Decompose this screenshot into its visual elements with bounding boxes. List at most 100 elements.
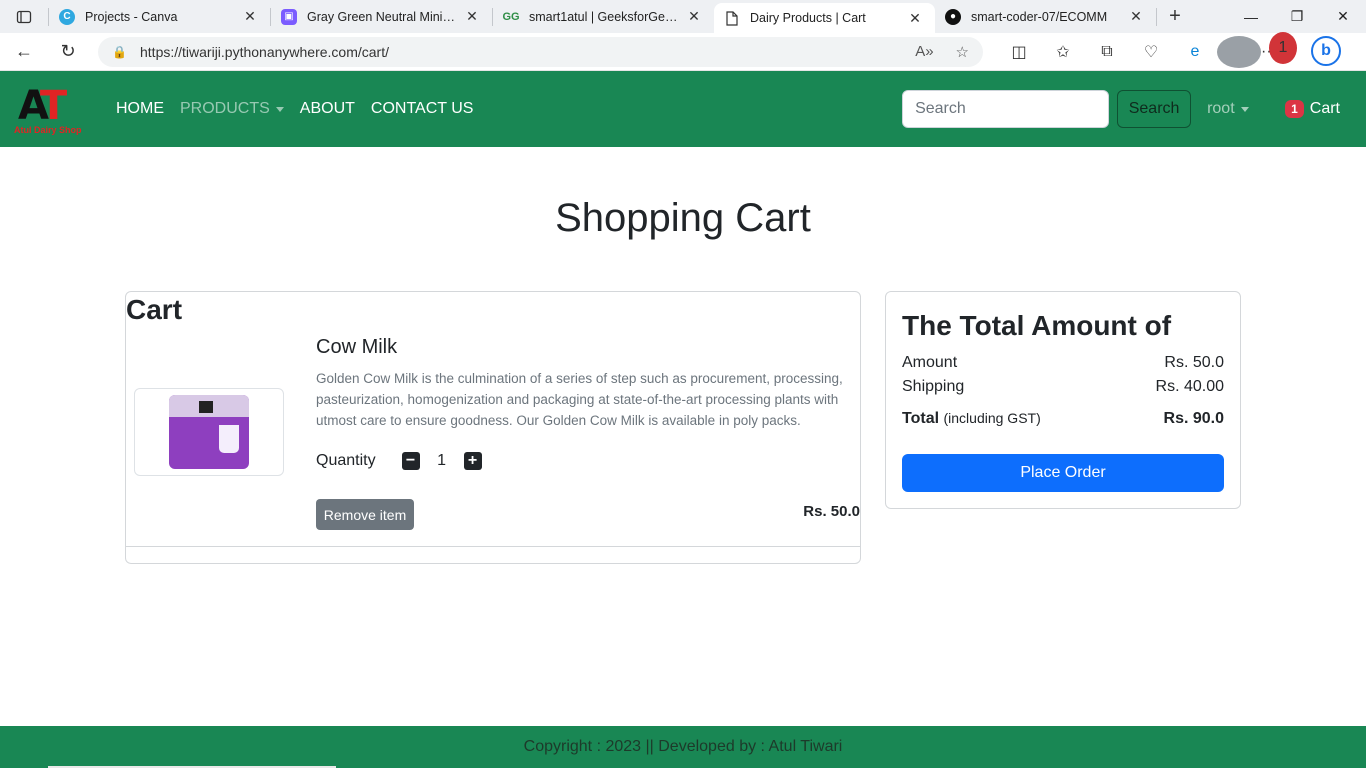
item-price: Rs. 50.0 [803,503,860,520]
browser-address-bar: ← ↻ 🔒 https://tiwariji.pythonanywhere.co… [0,31,1366,71]
cart-count-badge: 1 [1285,100,1304,118]
shipping-label: Shipping [902,378,965,395]
nav-about[interactable]: ABOUT [300,100,355,118]
milk-glass-icon [219,425,239,453]
close-icon[interactable]: ✕ [462,7,482,27]
summary-total-row: Total (including GST) Rs. 90.0 [902,410,1224,428]
cart-link[interactable]: 1 Cart [1285,100,1340,118]
collections-icon[interactable]: ⧉ [1085,36,1129,68]
browser-tab-geeksforgeeks[interactable]: GG smart1atul | GeeksforGeeks P ✕ [493,0,714,33]
new-tab-icon[interactable]: + [1157,0,1193,33]
page-icon [724,10,740,26]
total-note: (including GST) [943,410,1041,426]
back-arrow-icon[interactable]: ← [4,36,44,68]
minimize-icon[interactable]: — [1228,0,1274,33]
design-icon: ▣ [281,8,297,25]
tab-title: Projects - Canva [85,9,178,24]
total-label-group: Total (including GST) [902,410,1041,428]
pack-logo [199,401,213,413]
bing-copilot-icon[interactable]: b [1311,35,1341,66]
notification-badge: 1 [1268,31,1297,64]
cart-divider [126,546,860,547]
site-logo[interactable]: AT Atul Dairy Shop [14,83,94,135]
site-footer: Copyright : 2023 || Developed by : Atul … [0,726,1366,768]
more-options-icon[interactable]: ···1 [1261,31,1305,68]
navbar-right: Search root 1 Cart [902,90,1352,128]
close-icon[interactable]: ✕ [1126,7,1146,27]
milk-pack-image [169,395,249,469]
nav-home[interactable]: HOME [116,100,164,118]
favorite-star-icon[interactable]: ☆ [956,43,969,61]
browser-tab-canva[interactable]: C Projects - Canva ✕ [49,0,270,33]
footer-text: Copyright : 2023 || Developed by : Atul … [523,738,843,755]
user-dropdown[interactable]: root [1207,100,1269,118]
quantity-stepper: Quantity − 1 + [316,452,482,470]
summary-title: The Total Amount of [902,310,1172,341]
window-controls: — ❐ ✕ [1228,0,1366,33]
cart-label: Cart [1309,100,1340,117]
close-window-icon[interactable]: ✕ [1320,0,1366,33]
product-image [134,388,284,476]
amount-label: Amount [902,354,958,371]
browser-toolbar: ◫ ✩ ⧉ ♡ e ···1 b [997,31,1341,68]
total-label: Total [902,410,940,427]
search-input[interactable] [902,90,1110,128]
tab-title: Dairy Products | Cart [750,11,866,25]
tab-title: Gray Green Neutral Minimalis [307,9,462,24]
search-button[interactable]: Search [1117,90,1192,128]
shipping-value: Rs. 40.00 [1155,378,1224,395]
lock-icon[interactable]: 🔒 [112,45,127,59]
close-icon[interactable]: ✕ [905,8,925,28]
canva-icon: C [59,8,75,25]
caret-down-icon [275,106,284,112]
order-summary-card: The Total Amount of Amount Rs. 50.0 Ship… [885,291,1241,509]
plus-icon[interactable]: + [463,452,482,470]
restore-icon[interactable]: ❐ [1274,0,1320,33]
cart-card: Cart Cow Milk Golden Cow Milk is the cul… [125,291,861,564]
split-screen-icon[interactable]: ◫ [997,36,1041,68]
place-order-button[interactable]: Place Order [902,454,1224,492]
close-icon[interactable]: ✕ [240,7,260,27]
nav-products-dropdown[interactable]: PRODUCTS [180,100,284,118]
browser-essentials-icon[interactable]: ♡ [1129,36,1173,68]
read-aloud-icon[interactable]: A» [915,43,933,61]
total-value: Rs. 90.0 [1163,410,1224,427]
avatar [1217,35,1261,68]
user-name: root [1207,100,1235,117]
remove-item-button[interactable]: Remove item [316,499,414,530]
url-actions: A» ☆ [915,43,969,61]
favorites-icon[interactable]: ✩ [1041,36,1085,68]
summary-amount-row: Amount Rs. 50.0 [902,354,1224,372]
product-description: Golden Cow Milk is the culmination of a … [316,371,843,428]
logo-mark-icon: AT [18,83,67,129]
quantity-label: Quantity [316,452,376,469]
summary-shipping-row: Shipping Rs. 40.00 [902,378,1224,396]
nav-contact[interactable]: CONTACT US [371,100,474,118]
github-icon: ● [945,8,961,25]
profile-avatar[interactable] [1217,35,1261,68]
product-name: Cow Milk [316,336,398,358]
site-navbar: AT Atul Dairy Shop HOME PRODUCTS ABOUT C… [0,71,1366,147]
page-title: Shopping Cart [555,196,811,240]
cart-heading: Cart [126,294,183,325]
url-field[interactable]: 🔒 https://tiwariji.pythonanywhere.com/ca… [98,36,983,67]
url-text: https://tiwariji.pythonanywhere.com/cart… [140,43,389,60]
tab-title: smart-coder-07/ECOMM [971,9,1108,24]
browser-tab-canva-design[interactable]: ▣ Gray Green Neutral Minimalis ✕ [271,0,492,33]
tab-actions-icon[interactable] [0,0,48,33]
main-nav: HOME PRODUCTS ABOUT CONTACT US [116,100,473,118]
edge-icon[interactable]: e [1173,36,1217,68]
browser-tab-bar: C Projects - Canva ✕ ▣ Gray Green Neutra… [0,0,1366,33]
logo-caption: Atul Dairy Shop [14,125,82,135]
gfg-icon: GG [502,10,520,23]
close-icon[interactable]: ✕ [684,7,704,27]
minus-icon[interactable]: − [401,452,420,470]
quantity-value: 1 [437,452,447,469]
refresh-icon[interactable]: ↻ [48,36,88,68]
browser-tab-cart[interactable]: Dairy Products | Cart ✕ [714,3,935,33]
tab-title: smart1atul | GeeksforGeeks P [529,9,684,24]
caret-down-icon [1240,106,1249,112]
browser-tab-github[interactable]: ● smart-coder-07/ECOMM ✕ [935,0,1156,33]
nav-products-label: PRODUCTS [180,100,270,117]
amount-value: Rs. 50.0 [1164,354,1224,371]
